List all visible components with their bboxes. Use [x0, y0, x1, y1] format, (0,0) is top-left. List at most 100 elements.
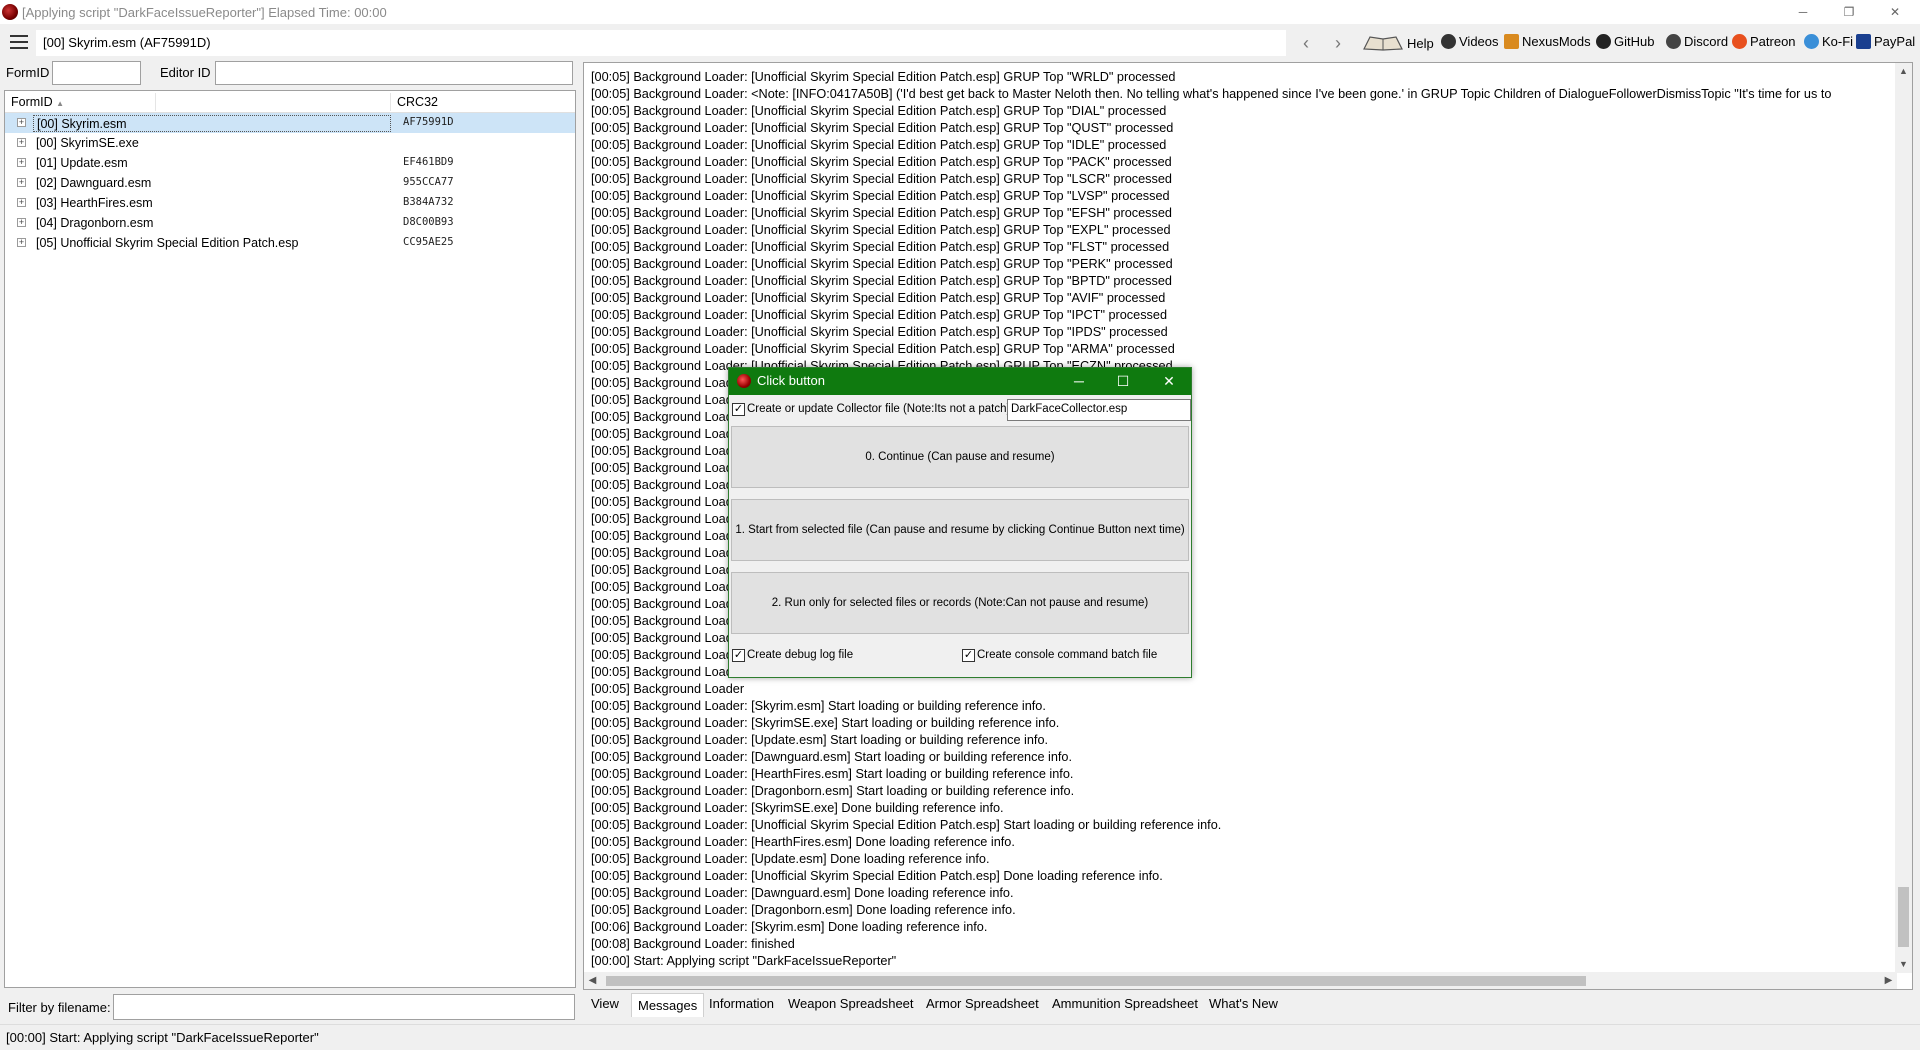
menu-icon[interactable]: [10, 35, 28, 49]
console-batch-checkbox[interactable]: ✓: [962, 649, 975, 662]
log-line: [00:06] Background Loader: [Skyrim.esm] …: [591, 920, 988, 934]
tree-row[interactable]: + [03] HearthFires.esm B384A732: [5, 193, 575, 213]
tab-ammunition-spreadsheet[interactable]: Ammunition Spreadsheet: [1046, 994, 1204, 1016]
run-selected-only-button[interactable]: 2. Run only for selected files or record…: [731, 572, 1189, 634]
plugin-tree[interactable]: FormID ▲ CRC32 + [00] Skyrim.esm AF75991…: [4, 90, 576, 988]
expand-icon[interactable]: +: [17, 158, 26, 167]
patreon-link[interactable]: Patreon: [1732, 34, 1796, 49]
log-line: [00:05] Background Loader: [Unofficial S…: [591, 104, 1167, 118]
discord-link[interactable]: Discord: [1666, 34, 1728, 49]
column-crc32[interactable]: CRC32: [397, 95, 438, 109]
log-line: [00:05] Background Loader: [Unofficial S…: [591, 155, 1172, 169]
scroll-down-icon[interactable]: ▼: [1895, 956, 1912, 973]
log-line: [00:05] Background Loader: [Unofficial S…: [591, 121, 1174, 135]
toolbar: [00] Skyrim.esm (AF75991D) ‹ › Help Vide…: [0, 30, 1920, 56]
back-arrow-icon[interactable]: ‹: [1294, 32, 1318, 54]
log-line: [00:05] Background Loader: <Note: [INFO:…: [591, 87, 1832, 101]
scroll-up-icon[interactable]: ▲: [1895, 63, 1912, 80]
log-line: [00:05] Background Loader: [Update.esm] …: [591, 733, 1049, 747]
tree-row[interactable]: + [01] Update.esm EF461BD9: [5, 153, 575, 173]
close-button[interactable]: ✕: [1872, 0, 1918, 24]
paypal-link[interactable]: PayPal: [1856, 34, 1915, 49]
patreon-label: Patreon: [1750, 34, 1796, 49]
dialog-maximize-button[interactable]: ☐: [1103, 370, 1143, 392]
log-line: [00:05] Background Loader: [Update.esm] …: [591, 852, 990, 866]
tree-row[interactable]: + [00] Skyrim.esm AF75991D: [5, 113, 575, 133]
log-line: [00:05] Background Loader: [SkyrimSE.exe…: [591, 716, 1060, 730]
log-line: [00:05] Background Loader: [Unofficial S…: [591, 138, 1167, 152]
tree-row[interactable]: + [04] Dragonborn.esm D8C00B93: [5, 213, 575, 233]
log-line: [00:05] Background Loader: [Dawnguard.es…: [591, 886, 1014, 900]
collector-checkbox[interactable]: ✓: [732, 403, 745, 416]
vertical-scrollbar[interactable]: ▲ ▼: [1895, 63, 1912, 973]
expand-icon[interactable]: +: [17, 138, 26, 147]
bottom-tabs: View Messages Information Weapon Spreads…: [583, 992, 1913, 1017]
formid-label: FormID: [6, 65, 50, 80]
dialog-app-icon: [737, 374, 751, 388]
forward-arrow-icon[interactable]: ›: [1326, 32, 1350, 54]
scroll-left-icon[interactable]: ◀: [584, 972, 601, 989]
tab-whats-new[interactable]: What's New: [1203, 994, 1284, 1016]
formid-input[interactable]: [52, 61, 141, 85]
expand-icon[interactable]: +: [17, 178, 26, 187]
debug-log-label: Create debug log file: [747, 649, 854, 661]
hscroll-thumb[interactable]: [606, 976, 1586, 986]
app-icon: [2, 4, 18, 20]
videos-link[interactable]: Videos: [1441, 34, 1499, 49]
log-line: [00:05] Background Loader: [Unofficial S…: [591, 70, 1176, 84]
log-line: [00:05] Background Loader: [Unofficial S…: [591, 342, 1175, 356]
log-line: [00:05] Background Loader: [Unofficial S…: [591, 869, 1163, 883]
log-line: [00:05] Background Loader: [591, 682, 745, 696]
tab-view[interactable]: View: [585, 994, 625, 1016]
video-icon: [1441, 34, 1456, 49]
log-line: [00:00] Start: Applying script "DarkFace…: [591, 954, 897, 968]
start-from-selected-button[interactable]: 1. Start from selected file (Can pause a…: [731, 499, 1189, 561]
expand-icon[interactable]: +: [17, 218, 26, 227]
continue-button[interactable]: 0. Continue (Can pause and resume): [731, 426, 1189, 488]
log-line: [00:05] Background Loader: [Unofficial S…: [591, 206, 1172, 220]
scroll-thumb[interactable]: [1898, 887, 1909, 947]
status-text: [00:00] Start: Applying script "DarkFace…: [6, 1030, 319, 1045]
debug-log-checkbox[interactable]: ✓: [732, 649, 745, 662]
github-link[interactable]: GitHub: [1596, 34, 1654, 49]
status-bar: [00:00] Start: Applying script "DarkFace…: [0, 1024, 1920, 1050]
tree-row[interactable]: + [05] Unofficial Skyrim Special Edition…: [5, 233, 575, 253]
kofi-label: Ko-Fi: [1822, 34, 1854, 49]
log-line: [00:05] Background Loader: [Dragonborn.e…: [591, 903, 1016, 917]
dialog-close-button[interactable]: ✕: [1149, 370, 1189, 392]
discord-icon: [1666, 34, 1681, 49]
nexusmods-link[interactable]: NexusMods: [1504, 34, 1591, 49]
expand-icon[interactable]: +: [17, 118, 26, 127]
log-line: [00:05] Background Loader: [Unofficial S…: [591, 223, 1171, 237]
horizontal-scrollbar[interactable]: ◀ ▶: [584, 972, 1897, 989]
tab-information[interactable]: Information: [703, 994, 780, 1016]
collector-filename-input[interactable]: DarkFaceCollector.esp: [1007, 399, 1191, 421]
filter-filename-input[interactable]: [113, 994, 575, 1020]
expand-icon[interactable]: +: [17, 238, 26, 247]
dialog-minimize-button[interactable]: ─: [1059, 370, 1099, 392]
nexusmods-icon: [1504, 34, 1519, 49]
expand-icon[interactable]: +: [17, 198, 26, 207]
editorid-input[interactable]: [215, 61, 573, 85]
column-formid[interactable]: FormID ▲: [11, 95, 64, 109]
minimize-button[interactable]: ─: [1780, 0, 1826, 24]
log-line: [00:05] Background Loader: [Unofficial S…: [591, 308, 1168, 322]
tab-messages[interactable]: Messages: [631, 993, 705, 1017]
discord-label: Discord: [1684, 34, 1729, 49]
log-line: [00:05] Background Loader: [SkyrimSE.exe…: [591, 801, 1004, 815]
tree-row[interactable]: + [00] SkyrimSE.exe: [5, 133, 575, 153]
scroll-right-icon[interactable]: ▶: [1880, 972, 1897, 989]
log-line: [00:05] Background Loader: [Unofficial S…: [591, 240, 1170, 254]
tree-row[interactable]: + [02] Dawnguard.esm 955CCA77: [5, 173, 575, 193]
help-link[interactable]: Help: [1362, 34, 1434, 52]
restore-button[interactable]: ❐: [1826, 0, 1872, 24]
log-line: [00:05] Background Loader: [Unofficial S…: [591, 325, 1168, 339]
kofi-link[interactable]: Ko-Fi: [1804, 34, 1853, 49]
collector-label: Create or update Collector file (Note:It…: [747, 403, 1017, 415]
log-line: [00:05] Background Loader: [Unofficial S…: [591, 257, 1173, 271]
tab-armor-spreadsheet[interactable]: Armor Spreadsheet: [920, 994, 1045, 1016]
tab-weapon-spreadsheet[interactable]: Weapon Spreadsheet: [782, 994, 920, 1016]
window-title: [Applying script "DarkFaceIssueReporter"…: [22, 4, 387, 20]
editorid-label: Editor ID: [160, 65, 211, 80]
record-path-field[interactable]: [00] Skyrim.esm (AF75991D): [36, 30, 1286, 56]
